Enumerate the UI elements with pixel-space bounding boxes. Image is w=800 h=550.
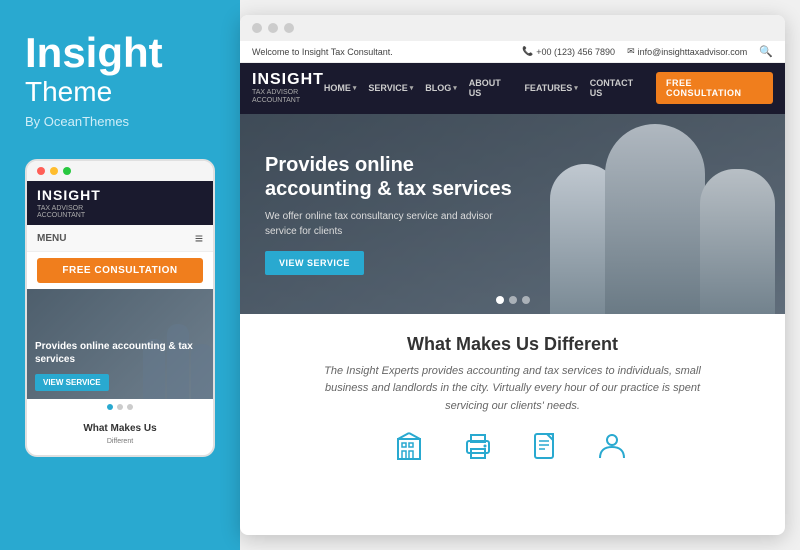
nav-contact[interactable]: CONTACT US (590, 78, 644, 98)
desktop-slider-dot-2[interactable] (509, 296, 517, 304)
desktop-hero-title: Provides online accounting & tax service… (265, 153, 515, 201)
desktop-dot-2 (268, 23, 278, 33)
desktop-dot-3 (284, 23, 294, 33)
mobile-top-bar (27, 161, 213, 181)
desktop-slider-dot-1[interactable] (496, 296, 504, 304)
phone-info: 📞 +00 (123) 456 7890 (522, 46, 615, 57)
email-icon: ✉ (627, 46, 635, 57)
left-panel: Insight Theme By OceanThemes INSIGHT TAX… (0, 0, 240, 550)
desktop-top-bar (240, 15, 785, 41)
brand-title: Insight (25, 30, 163, 76)
document-icon (528, 431, 564, 465)
nav-about[interactable]: ABOUT US (469, 78, 513, 98)
mobile-view-service-button[interactable]: VIEW SERVICE (35, 374, 109, 391)
nav-service[interactable]: SERVICE ▾ (368, 83, 413, 93)
mobile-header: INSIGHT TAX ADVISOR ACCOUNTANT (27, 181, 213, 225)
brand-subtitle: Theme (25, 76, 112, 108)
desktop-info-right: 📞 +00 (123) 456 7890 ✉ info@insighttaxad… (522, 45, 773, 58)
desktop-nav: INSIGHT TAX ADVISOR ACCOUNTANT HOME ▾ SE… (240, 63, 785, 114)
mobile-logo: INSIGHT TAX ADVISOR ACCOUNTANT (37, 187, 101, 219)
desktop-dot-1 (252, 23, 262, 33)
person-icon (594, 431, 630, 465)
desktop-nav-links: HOME ▾ SERVICE ▾ BLOG ▾ ABOUT US FEATURE… (324, 72, 773, 104)
mobile-slider-dot-3[interactable] (127, 404, 133, 410)
hamburger-icon[interactable]: ≡ (195, 230, 203, 246)
mobile-dot-red (37, 167, 45, 175)
desktop-feature-icons (260, 431, 765, 465)
desktop-bottom-section: What Makes Us Different The Insight Expe… (240, 314, 785, 535)
printer-icon (462, 431, 498, 465)
email-info: ✉ info@insighttaxadvisor.com (627, 46, 747, 57)
desktop-view-service-button[interactable]: VIEW SERVICE (265, 251, 364, 275)
mobile-hero-text: Provides online accounting & tax service… (35, 340, 205, 391)
desktop-mockup: Welcome to Insight Tax Consultant. 📞 +00… (240, 15, 785, 535)
desktop-nav-cta[interactable]: FREE CONSULTATION (656, 72, 773, 104)
mobile-dot-green (63, 167, 71, 175)
welcome-text: Welcome to Insight Tax Consultant. (252, 47, 393, 57)
desktop-logo: INSIGHT TAX ADVISOR ACCOUNTANT (252, 71, 324, 106)
right-panel: Welcome to Insight Tax Consultant. 📞 +00… (240, 0, 800, 550)
desktop-slider-dot-3[interactable] (522, 296, 530, 304)
mobile-slider-dot-1[interactable] (107, 404, 113, 410)
mobile-bottom-section: What Makes Us Different (27, 415, 213, 455)
mobile-menu-bar: MENU ≡ (27, 225, 213, 252)
hero-person-main (605, 124, 705, 314)
feature-icon-building (396, 431, 432, 465)
hero-person-right (700, 169, 775, 314)
nav-blog[interactable]: BLOG ▾ (425, 83, 457, 93)
mobile-dot-yellow (50, 167, 58, 175)
mobile-slider-dot-2[interactable] (117, 404, 123, 410)
by-line: By OceanThemes (25, 114, 129, 129)
desktop-hero-content: Provides online accounting & tax service… (265, 153, 515, 275)
phone-icon: 📞 (522, 46, 533, 57)
mobile-cta-button[interactable]: FREE CONSULTATION (37, 258, 203, 283)
desktop-info-bar: Welcome to Insight Tax Consultant. 📞 +00… (240, 41, 785, 63)
mobile-hero: Provides online accounting & tax service… (27, 289, 213, 399)
search-icon[interactable]: 🔍 (759, 45, 773, 58)
feature-icon-document (528, 431, 564, 465)
desktop-hero: Provides online accounting & tax service… (240, 114, 785, 314)
nav-features[interactable]: FEATURES ▾ (524, 83, 577, 93)
desktop-hero-desc: We offer online tax consultancy service … (265, 209, 515, 239)
building-icon (396, 431, 432, 465)
feature-icon-person (594, 431, 630, 465)
desktop-slider-dots (496, 296, 530, 304)
desktop-nav-logo: INSIGHT TAX ADVISOR ACCOUNTANT (252, 71, 324, 106)
nav-home[interactable]: HOME ▾ (324, 83, 357, 93)
mobile-slider-dots (27, 399, 213, 415)
desktop-bottom-title: What Makes Us Different (260, 334, 765, 355)
desktop-bottom-desc: The Insight Experts provides accounting … (303, 363, 723, 416)
mobile-mockup: INSIGHT TAX ADVISOR ACCOUNTANT MENU ≡ FR… (25, 159, 215, 457)
feature-icon-printer (462, 431, 498, 465)
